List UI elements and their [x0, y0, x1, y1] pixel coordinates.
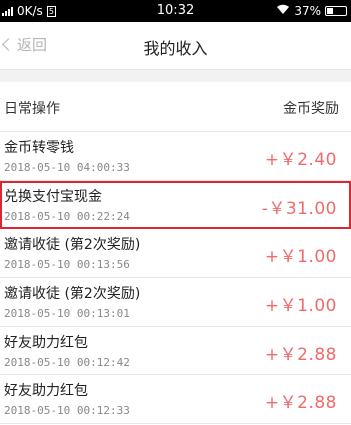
item-time: 2018-05-10 00:22:24	[4, 209, 130, 223]
list-item[interactable]: 好友助力红包 2018-05-10 00:12:42 +￥2.88	[0, 327, 351, 376]
item-time: 2018-05-10 00:13:01	[4, 307, 130, 321]
page-title: 我的收入	[143, 39, 208, 58]
battery-percent: 37%	[294, 4, 321, 18]
item-amount: +￥2.88	[264, 393, 337, 414]
item-time: 2018-05-10 00:12:42	[4, 355, 130, 369]
list-item[interactable]: 邀请收徒 (第2次奖励) 2018-05-10 00:13:01 +￥1.00	[0, 278, 351, 327]
list-item[interactable]: 邀请收徒 (第2次奖励) 2018-05-10 00:13:56 +￥1.00	[0, 229, 351, 279]
item-title: 兑换支付宝现金	[4, 188, 102, 205]
battery-icon	[325, 6, 347, 16]
list-header: 日常操作 金币奖励	[0, 82, 351, 132]
list-item[interactable]: 金币转零钱 2018-05-10 04:00:33 +￥2.40	[0, 132, 351, 181]
status-right: 37%	[276, 4, 347, 18]
item-time: 2018-05-10 04:00:33	[4, 161, 130, 174]
header-rewards: 金币奖励	[283, 101, 339, 117]
list-item[interactable]: 好友助力红包 2018-05-10 00:12:33 +￥2.88	[0, 375, 351, 425]
item-amount: +￥2.88	[264, 344, 337, 365]
item-title: 好友助力红包	[4, 334, 88, 351]
item-amount: +￥1.00	[264, 247, 337, 268]
item-amount: +￥1.00	[264, 296, 337, 317]
item-title: 金币转零钱	[4, 140, 74, 156]
header-operations: 日常操作	[4, 101, 60, 117]
nav-bar: 返回 我的收入	[0, 22, 351, 70]
item-title: 好友助力红包	[4, 383, 88, 400]
item-title: 邀请收徒 (第2次奖励)	[4, 286, 141, 303]
item-amount: +￥2.40	[264, 150, 337, 170]
status-bar: 0K/s 5 10:32 37%	[0, 0, 351, 22]
item-amount: -￥31.00	[261, 198, 337, 219]
item-title: 邀请收徒 (第2次奖励)	[4, 237, 141, 254]
section-gap	[0, 70, 351, 82]
wifi-icon	[276, 4, 290, 18]
income-list: 金币转零钱 2018-05-10 04:00:33 +￥2.40 兑换支付宝现金…	[0, 132, 351, 425]
item-time: 2018-05-10 00:12:33	[4, 404, 130, 418]
item-time: 2018-05-10 00:13:56	[4, 258, 130, 272]
list-item[interactable]: 兑换支付宝现金 2018-05-10 00:22:24 -￥31.00	[0, 180, 351, 230]
